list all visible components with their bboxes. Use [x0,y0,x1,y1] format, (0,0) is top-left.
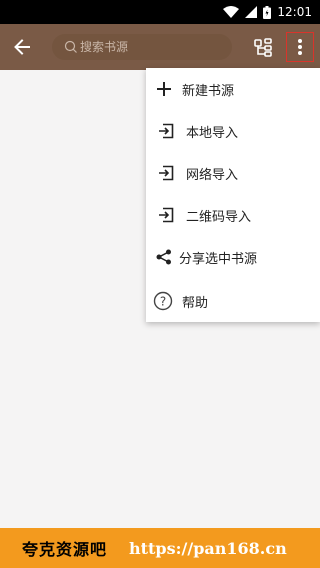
group-button[interactable] [252,36,274,58]
status-bar: 12:01 [0,0,320,24]
group-icon [254,38,272,57]
watermark-banner: 夸克资源吧 https://pan168.cn [0,528,320,568]
signal-icon [245,6,258,18]
plus-icon [154,79,174,99]
overflow-menu: 新建书源 本地导入 网络导入 二维码导入 分享选中书源 ? 帮助 [146,68,320,322]
import-icon [156,121,176,141]
menu-item-new-source[interactable]: 新建书源 [146,68,320,110]
menu-item-local-import[interactable]: 本地导入 [146,110,320,152]
menu-item-label: 二维码导入 [186,210,252,225]
clock: 12:01 [277,5,312,19]
banner-url: https://pan168.cn [129,538,287,558]
back-button[interactable] [10,35,34,59]
menu-item-help[interactable]: ? 帮助 [146,280,320,322]
import-icon [156,205,176,225]
svg-text:?: ? [160,295,166,309]
search-box[interactable] [52,34,232,60]
more-options-button[interactable] [286,32,314,62]
more-vert-icon [298,39,302,55]
menu-item-label: 网络导入 [186,168,239,183]
app-bar [0,24,320,70]
menu-item-label: 本地导入 [186,126,239,141]
import-icon [156,163,176,183]
wifi-icon [223,6,240,18]
banner-brand: 夸克资源吧 [22,540,108,559]
menu-item-qrcode-import[interactable]: 二维码导入 [146,194,320,236]
search-icon [64,40,77,53]
share-icon [154,247,174,267]
battery-icon [263,5,272,19]
arrow-left-icon [14,39,30,55]
menu-item-network-import[interactable]: 网络导入 [146,152,320,194]
search-input[interactable] [80,40,210,54]
menu-item-share-selected[interactable]: 分享选中书源 [146,236,320,278]
menu-item-label: 新建书源 [182,84,235,99]
menu-item-label: 分享选中书源 [179,252,258,267]
menu-item-label: 帮助 [182,296,209,311]
help-icon: ? [153,291,173,311]
